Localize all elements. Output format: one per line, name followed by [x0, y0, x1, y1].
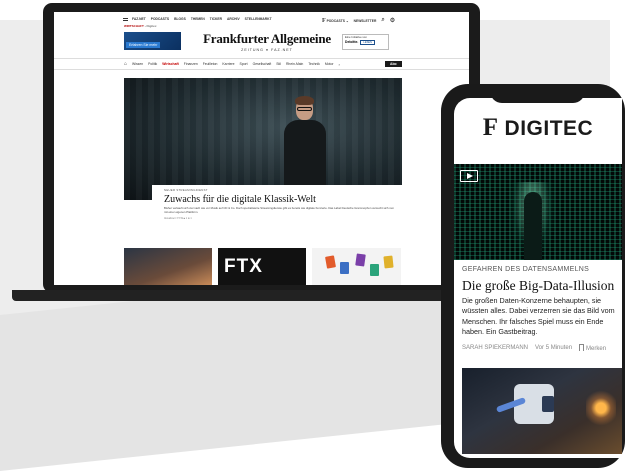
masthead-logo[interactable]: Frankfurter Allgemeine ZEITUNG ● FAZ.NET — [202, 31, 332, 52]
podcasts-link[interactable]: F PODCASTS ⌄ — [322, 18, 349, 24]
abo-button[interactable]: Abo — [385, 61, 402, 67]
advert-left[interactable]: Erfahren Sie mehr — [124, 32, 181, 50]
laptop-base — [12, 290, 464, 301]
breadcrumb-current[interactable]: Digitec — [147, 24, 157, 28]
section-link[interactable]: Wirtschaft — [162, 62, 179, 66]
advert-right[interactable]: Eine Initiative von Deloitte. LESEN — [342, 34, 389, 50]
settings-icon[interactable]: ⚙ — [390, 17, 395, 24]
faz-f-logo: F — [482, 114, 499, 141]
article-time: Vor 5 Minuten — [535, 345, 573, 351]
top-link[interactable]: THEMEN — [191, 17, 205, 21]
advert-right-button[interactable]: LESEN — [360, 39, 375, 45]
section-link[interactable]: Karriere — [222, 62, 234, 66]
top-link[interactable]: TICKER — [210, 17, 222, 21]
article-meta: SARAH SPIEKERMANN Vor 5 Minuten Merken — [462, 344, 606, 352]
section-navigation: ⌂ Wissen Politik Wirtschaft Finanzen Feuille… — [54, 58, 469, 70]
masthead-sub: ZEITUNG ● FAZ.NET — [241, 48, 293, 52]
article-summary: Die großen Daten-Konzerne behaupten, sie… — [462, 296, 615, 337]
article-kicker: GEFAHREN DES DATENSAMMELNS — [462, 266, 590, 273]
menu-icon[interactable] — [123, 18, 128, 21]
teaser-kicker: NEUER STREAMINGDIENST — [164, 188, 208, 192]
top-link[interactable]: STELLENMARKT — [245, 17, 272, 21]
section-link[interactable]: Sport — [239, 62, 247, 66]
section-link[interactable]: Rhein-Main — [286, 62, 303, 66]
article-image-2[interactable] — [462, 368, 622, 454]
article-thumbnail-2[interactable]: FTX — [218, 248, 306, 285]
top-link[interactable]: FAZ.NET — [132, 17, 146, 21]
phone-screen: F DIGITEC GEFAHREN DES DATENSAMMELNS Die … — [454, 98, 622, 458]
breadcrumb-section[interactable]: WIRTSCHAFT — [124, 24, 144, 28]
section-link[interactable]: Stil — [276, 62, 281, 66]
article-author: SARAH SPIEKERMANN — [462, 345, 529, 351]
section-link[interactable]: Wissen — [132, 62, 143, 66]
article-thumbnail-1[interactable] — [124, 248, 212, 285]
teaser-title[interactable]: Zuwachs für die digitale Klassik-Welt — [164, 194, 396, 205]
section-link[interactable]: Technik — [308, 62, 320, 66]
article-hero-image[interactable] — [454, 164, 622, 260]
digitec-logo[interactable]: F DIGITEC — [454, 114, 622, 142]
top-link[interactable]: BLOGS — [174, 17, 186, 21]
breadcrumb: WIRTSCHAFT › Digitec — [124, 24, 157, 28]
bookmark-label: Merken — [586, 346, 607, 352]
section-link[interactable]: Motor — [325, 62, 334, 66]
advert-left-button[interactable]: Erfahren Sie mehr — [126, 42, 161, 48]
article-title[interactable]: Die große Big-Data-Illusion — [462, 278, 614, 294]
hero-image[interactable] — [124, 78, 402, 200]
bookmark-button[interactable]: Merken — [579, 344, 606, 352]
hero-teaser[interactable]: NEUER STREAMINGDIENST Zuwachs für die di… — [152, 185, 408, 235]
top-right-actions: F PODCASTS ⌄ NEWSLETTER ⌕ ⚙ — [322, 17, 395, 24]
section-link[interactable]: Gesellschaft — [253, 62, 272, 66]
search-icon[interactable]: ⌕ — [381, 17, 384, 24]
digitec-brand: DIGITEC — [504, 117, 594, 140]
newsletter-link[interactable]: NEWSLETTER — [354, 19, 377, 23]
play-icon[interactable] — [460, 170, 478, 182]
masthead-name: Frankfurter Allgemeine — [203, 31, 331, 46]
section-link[interactable]: Finanzen — [184, 62, 198, 66]
ftx-logo: FTX — [224, 255, 263, 277]
section-link[interactable]: Politik — [148, 62, 157, 66]
section-link[interactable]: Feuilleton — [203, 62, 218, 66]
top-navigation: FAZ.NET PODCASTS BLOGS THEMEN TICKER ARCHIV ST… — [54, 12, 469, 28]
laptop-screen: FAZ.NET PODCASTS BLOGS THEMEN TICKER ARCHIV ST… — [54, 12, 469, 285]
deloitte-logo: Deloitte. — [345, 39, 359, 44]
teaser-meta: Aktualisiert 7/7/19 ■ 1 ⊕ 1 — [164, 217, 192, 221]
top-link[interactable]: ARCHIV — [227, 17, 240, 21]
phone-notch — [490, 90, 585, 103]
home-icon[interactable]: ⌂ — [124, 61, 127, 67]
hero-wall — [124, 78, 402, 200]
top-links: FAZ.NET PODCASTS BLOGS THEMEN TICKER ARCHIV ST… — [132, 17, 272, 21]
article-thumbnail-3[interactable] — [312, 248, 401, 285]
teaser-text: Bisher verkauft sich viel nach wie vor M… — [164, 206, 394, 214]
chevron-right-icon[interactable]: › — [339, 62, 340, 67]
top-link[interactable]: PODCASTS — [151, 17, 169, 21]
bookmark-icon — [579, 344, 585, 351]
